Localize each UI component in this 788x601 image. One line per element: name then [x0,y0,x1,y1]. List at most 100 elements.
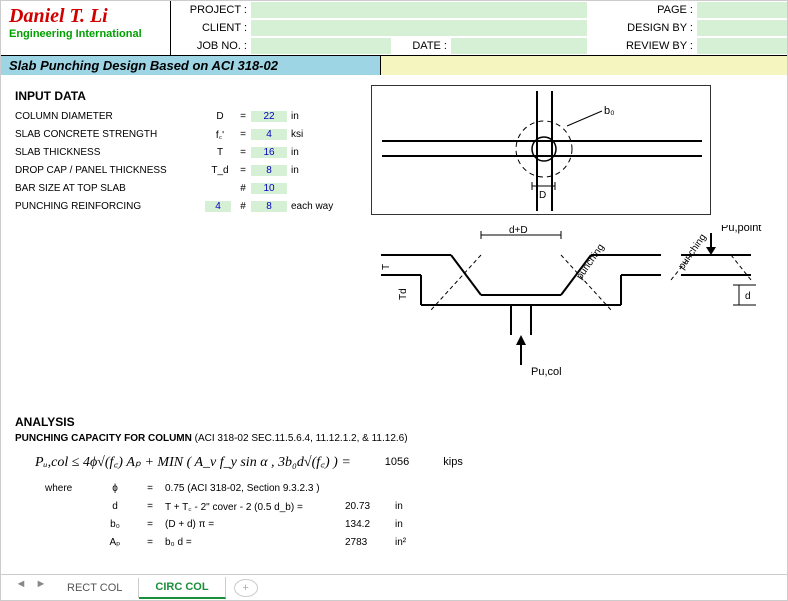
w-unit: in² [395,537,435,548]
w-expr: T + T꜀ - 2" cover - 2 (0.5 d_b) = [165,499,345,513]
label: DROP CAP / PANEL THICKNESS [15,165,205,176]
unit: in [291,165,351,176]
Td-label: Td [398,288,409,300]
client-label: CLIENT : [171,22,251,34]
ana-sub-bold: PUNCHING CAPACITY FOR COLUMN [15,433,192,444]
analysis-sub: PUNCHING CAPACITY FOR COLUMN (ACI 318-02… [15,433,773,444]
value-input-pre[interactable]: 4 [205,201,231,212]
reviewby-input[interactable] [697,38,787,54]
w-sym: ϕ [95,483,135,494]
w-val: 2783 [345,537,395,548]
tab-circ-col[interactable]: CIRC COL [139,577,225,599]
title-right-fill [381,56,787,75]
punching-label: punching [574,242,606,282]
pupoint-label: Pu,point [721,225,761,234]
plan-svg: b₀ D [372,86,712,216]
designby-label: DESIGN BY : [587,22,697,34]
unit: in [291,147,351,158]
where-block: where ϕ = 0.75 (ACI 318-02, Section 9.3.… [45,479,773,551]
symbol: f꜀' [205,127,235,141]
w-sym: Aₚ [95,537,135,548]
content: INPUT DATA COLUMN DIAMETER D = 22 in SLA… [1,75,787,559]
w-expr: (D + d) π = [165,519,345,530]
symbol: D [205,111,235,122]
value-input[interactable]: 4 [251,129,287,140]
formula-unit: kips [443,456,463,468]
b0-label: b₀ [604,105,615,117]
symbol: T [205,147,235,158]
D-label: D [539,190,546,201]
page-label: PAGE : [587,4,697,16]
w-eq: = [135,537,165,548]
w-expr: b₀ d = [165,537,345,548]
formula-val: 1056 [385,456,409,468]
formula: Pᵤ,col ≤ 4ϕ√(f꜀) Aₚ + MIN ( A_v f_y sin … [35,452,753,471]
w-sym: d [95,501,135,512]
jobno-input[interactable] [251,38,391,54]
project-label: PROJECT : [171,4,251,16]
analysis: ANALYSIS PUNCHING CAPACITY FOR COLUMN (A… [15,415,773,551]
dD-label: d+D [509,225,528,236]
value-input[interactable]: 16 [251,147,287,158]
eq: # [235,201,251,212]
tab-nav-prev[interactable]: ◄ [11,578,31,598]
value-input[interactable]: 22 [251,111,287,122]
tab-rect-col[interactable]: RECT COL [51,578,139,598]
tab-nav-next[interactable]: ► [31,578,51,598]
logo-cell: Daniel T. Li Engineering International [1,1,171,55]
label: SLAB CONCRETE STRENGTH [15,129,205,140]
value-input[interactable]: 8 [251,201,287,212]
w-val: 20.73 [345,501,395,512]
header-right: PAGE : DESIGN BY : REVIEW BY : [587,1,787,55]
pucol-label: Pu,col [531,366,562,378]
project-input[interactable] [251,2,587,18]
w-sym: b₀ [95,519,135,530]
header: Daniel T. Li Engineering International P… [1,1,787,56]
symbol: T_d [205,165,235,176]
w-val: 134.2 [345,519,395,530]
label: PUNCHING REINFORCING [15,201,205,212]
formula-lhs: Pᵤ,col ≤ 4ϕ√(f꜀) Aₚ + MIN ( A_v f_y sin … [35,452,351,471]
value-input[interactable]: 10 [251,183,287,194]
w-eq: = [135,483,165,494]
designby-input[interactable] [697,20,787,36]
date-label: DATE : [391,40,451,52]
label: SLAB THICKNESS [15,147,205,158]
d-label: d [745,291,751,302]
date-input[interactable] [451,38,587,54]
w-expr: 0.75 (ACI 318-02, Section 9.3.2.3 ) [165,483,425,494]
eq: = [235,111,251,122]
reviewby-label: REVIEW BY : [587,40,697,52]
punching-label2: punching [676,232,708,272]
w-eq: = [135,501,165,512]
unit: in [291,111,351,122]
label: BAR SIZE AT TOP SLAB [15,183,205,194]
where-label: where [45,483,95,494]
section-diagram: d+D T Td punching Pu,col Pu,point punchi… [371,225,771,395]
eq: = [235,165,251,176]
w-eq: = [135,519,165,530]
unit: ksi [291,129,351,140]
client-input[interactable] [251,20,587,36]
sheet-title: Slab Punching Design Based on ACI 318-02 [1,56,381,75]
header-mid: PROJECT : CLIENT : JOB NO. : DATE : [171,1,587,55]
sheet-tabs: ◄ ► RECT COL CIRC COL + [1,574,787,600]
w-unit: in [395,501,435,512]
page-input[interactable] [697,2,787,18]
plan-diagram: b₀ D [371,85,711,215]
jobno-label: JOB NO. : [171,40,251,52]
analysis-heading: ANALYSIS [15,415,773,429]
tab-add-button[interactable]: + [234,579,258,597]
section-svg: d+D T Td punching Pu,col Pu,point punchi… [371,225,771,395]
company-name: Daniel T. Li [9,5,162,28]
eq: # [235,183,251,194]
value-input[interactable]: 8 [251,165,287,176]
unit: each way [291,201,351,212]
label: COLUMN DIAMETER [15,111,205,122]
T-label: T [381,264,392,270]
eq: = [235,147,251,158]
w-unit: in [395,519,435,530]
company-sub: Engineering International [9,28,162,40]
eq: = [235,129,251,140]
ana-sub-ref: (ACI 318-02 SEC.11.5.6.4, 11.12.1.2, & 1… [192,433,408,444]
